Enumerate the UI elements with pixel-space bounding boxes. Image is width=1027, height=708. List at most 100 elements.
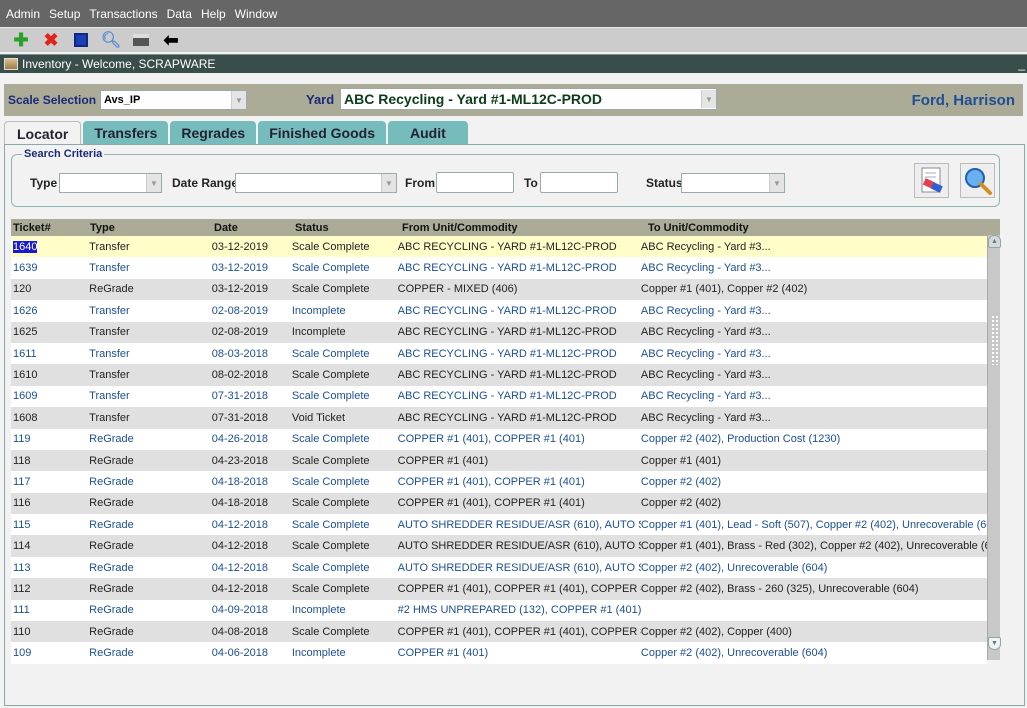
cell-status: Scale Complete <box>292 390 398 402</box>
cell-from-unit-text: AUTO SHREDDER RESIDUE/ASR (610), AUTO SH… <box>397 518 641 531</box>
from-input[interactable] <box>436 172 514 193</box>
to-input[interactable] <box>540 172 618 193</box>
table-row[interactable]: 119 ReGrade 04-26-2018 Scale Complete COPPER… <box>11 428 987 450</box>
table-row[interactable]: 1626 Transfer 02-08-2019 Incomplete ABC RECY… <box>11 300 987 322</box>
menu-admin[interactable]: Admin <box>6 7 40 21</box>
menu-help[interactable]: Help <box>201 7 226 21</box>
cell-date-text: 04-26-2018 <box>211 433 269 446</box>
cell-status: Scale Complete <box>292 519 398 531</box>
cell-ticket: 1608 <box>11 412 89 424</box>
cell-from-unit: ABC RECYCLING - YARD #1-ML12C-PROD <box>398 326 641 338</box>
yard-combo[interactable]: ABC Recycling - Yard #1-ML12C-PROD ▼ <box>340 88 717 110</box>
menu-transactions[interactable]: Transactions <box>89 7 157 21</box>
tab-transfers[interactable]: Transfers <box>83 121 169 145</box>
col-ticket[interactable]: Ticket# <box>11 222 90 234</box>
table-row[interactable]: 1640 Transfer 03-12-2019 Scale Complete ABC … <box>11 236 987 258</box>
minimize-button[interactable]: _ <box>1018 57 1025 71</box>
cell-from-unit: ABC RECYCLING - YARD #1-ML12C-PROD <box>398 241 641 253</box>
status-combo[interactable]: ▼ <box>681 173 785 193</box>
add-icon[interactable]: ✚ <box>10 30 32 50</box>
cell-date-text: 04-12-2018 <box>211 582 269 595</box>
cell-from-unit: COPPER #1 (401), COPPER #1 (401) <box>398 433 641 445</box>
table-row[interactable]: 112 ReGrade 04-12-2018 Scale Complete COPPER… <box>11 578 987 600</box>
table-row[interactable]: 1639 Transfer 03-12-2019 Scale Complete ABC … <box>11 257 987 279</box>
cell-status-text: Void Ticket <box>291 411 346 424</box>
cell-type: Transfer <box>89 390 212 402</box>
scale-selection-combo[interactable]: Avs_IP ▼ <box>100 90 247 110</box>
menu-data[interactable]: Data <box>167 7 192 21</box>
table-row[interactable]: 1609 Transfer 07-31-2018 Scale Complete ABC … <box>11 385 987 408</box>
menu-window[interactable]: Window <box>235 7 278 21</box>
chevron-down-icon[interactable]: ▼ <box>381 174 396 192</box>
col-status[interactable]: Status <box>295 222 402 234</box>
table-row[interactable]: 114 ReGrade 04-12-2018 Scale Complete AUTO S… <box>11 535 987 557</box>
table-row[interactable]: 111 ReGrade 04-09-2018 Incomplete #2 HMS UNP… <box>11 599 987 622</box>
cell-from-unit: COPPER #1 (401) <box>398 455 641 467</box>
cell-from-unit: ABC RECYCLING - YARD #1-ML12C-PROD <box>398 262 641 274</box>
find-icon[interactable]: 🔍︎ <box>100 30 122 50</box>
cell-status-text: Scale Complete <box>291 518 370 531</box>
cell-status: Scale Complete <box>292 476 398 488</box>
vertical-scrollbar[interactable]: ▲ ▼ <box>987 235 1001 660</box>
type-combo[interactable]: ▼ <box>59 173 162 193</box>
cell-ticket-text: 109 <box>13 647 32 660</box>
date-range-combo[interactable]: ▼ <box>235 173 397 193</box>
chevron-down-icon[interactable]: ▼ <box>231 91 246 109</box>
cell-ticket: 110 <box>11 626 89 638</box>
cell-to-unit-text: Copper #1 (401), Copper #2 (402) <box>640 283 808 296</box>
tab-audit[interactable]: Audit <box>387 121 468 145</box>
col-to-unit[interactable]: To Unit/Commodity <box>648 222 998 234</box>
print-icon[interactable] <box>130 30 152 50</box>
cell-ticket-text: 118 <box>13 454 31 467</box>
cell-to-unit: Copper #1 (401), Brass - Red (302), Copp… <box>641 540 987 552</box>
menu-setup[interactable]: Setup <box>49 7 80 21</box>
cell-date-text: 04-23-2018 <box>211 454 269 467</box>
table-row[interactable]: 1608 Transfer 07-31-2018 Void Ticket ABC REC… <box>11 407 987 429</box>
chevron-down-icon[interactable]: ▼ <box>701 90 716 108</box>
table-row[interactable]: 118 ReGrade 04-23-2018 Scale Complete COPPER… <box>11 449 987 472</box>
scroll-down-icon[interactable]: ▼ <box>988 637 1001 650</box>
cell-date-text: 04-12-2018 <box>211 518 269 531</box>
clear-button[interactable] <box>914 163 949 198</box>
cell-date-text: 04-08-2018 <box>211 625 269 638</box>
table-row[interactable]: 113 ReGrade 04-12-2018 Scale Complete AUTO S… <box>11 556 987 579</box>
table-row[interactable]: 1611 Transfer 08-03-2018 Scale Complete ABC … <box>11 342 987 365</box>
delete-icon[interactable]: ✖ <box>40 30 62 50</box>
cell-ticket: 112 <box>11 583 89 595</box>
chevron-down-icon[interactable]: ▼ <box>769 174 784 192</box>
locator-panel: Search Criteria Type ▼ Date Range ▼ From… <box>4 144 1025 706</box>
cell-from-unit-text: COPPER #1 (401), COPPER #1 (401), COPPER… <box>397 582 641 595</box>
cell-from-unit-text: AUTO SHREDDER RESIDUE/ASR (610), AUTO SH… <box>397 540 641 553</box>
table-row[interactable]: 120 ReGrade 03-12-2019 Scale Complete COPPER… <box>11 278 987 301</box>
scroll-grip[interactable] <box>991 315 999 365</box>
table-row[interactable]: 115 ReGrade 04-12-2018 Scale Complete AUTO S… <box>11 514 987 536</box>
cell-to-unit: Copper #2 (402), Brass - 260 (325), Unre… <box>641 583 987 595</box>
search-button[interactable] <box>960 163 995 198</box>
table-row[interactable]: 1610 Transfer 08-02-2018 Scale Complete ABC … <box>11 364 987 386</box>
tab-regrades[interactable]: Regrades <box>170 121 257 145</box>
table-row[interactable]: 1625 Transfer 02-08-2019 Incomplete ABC RECY… <box>11 321 987 343</box>
save-icon[interactable] <box>70 30 92 50</box>
table-row[interactable]: 117 ReGrade 04-18-2018 Scale Complete COPPER… <box>11 471 987 493</box>
cell-from-unit-text: COPPER #1 (401), COPPER #1 (401) <box>397 497 585 510</box>
eraser-document-icon <box>921 167 943 193</box>
cell-type-text: ReGrade <box>89 454 134 467</box>
col-type[interactable]: Type <box>90 222 214 234</box>
scroll-up-icon[interactable]: ▲ <box>988 235 1001 248</box>
back-arrow-icon[interactable]: ⬅ <box>160 30 182 50</box>
cell-status-text: Scale Complete <box>291 369 370 382</box>
table-row[interactable]: 110 ReGrade 04-08-2018 Scale Complete COPPER… <box>11 621 987 643</box>
col-date[interactable]: Date <box>214 222 295 234</box>
col-from-unit[interactable]: From Unit/Commodity <box>402 222 648 234</box>
tab-finished-goods[interactable]: Finished Goods <box>258 121 386 145</box>
cell-date-text: 04-18-2018 <box>211 497 269 510</box>
table-row[interactable]: 116 ReGrade 04-18-2018 Scale Complete COPPER… <box>11 492 987 515</box>
search-criteria-legend: Search Criteria <box>22 148 105 160</box>
cell-to-unit: ABC Recycling - Yard #3... <box>641 241 987 253</box>
chevron-down-icon[interactable]: ▼ <box>146 174 161 192</box>
cell-date-text: 08-02-2018 <box>211 369 269 382</box>
table-row[interactable]: 109 ReGrade 04-06-2018 Incomplete COPPER #1 … <box>11 642 987 664</box>
tab-locator[interactable]: Locator <box>4 121 82 145</box>
cell-date-text: 08-03-2018 <box>211 347 269 360</box>
cell-type: ReGrade <box>89 519 212 531</box>
